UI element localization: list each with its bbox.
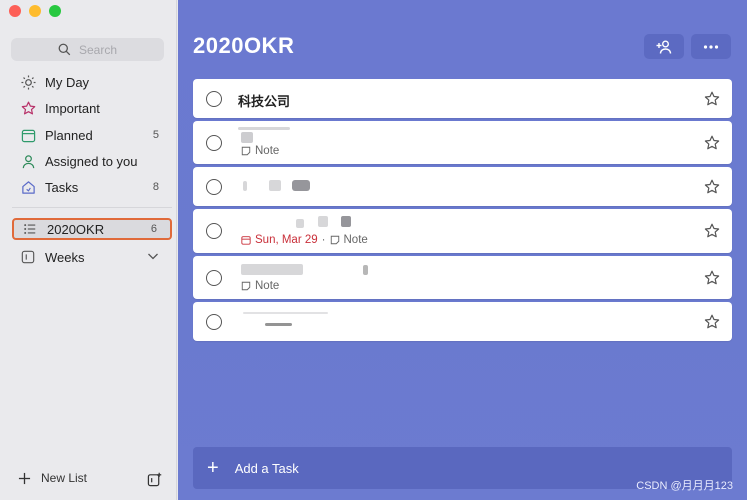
- sidebar-item-2020okr[interactable]: 2020OKR 6: [12, 218, 172, 240]
- complete-task-checkbox[interactable]: [206, 179, 222, 195]
- sidebar-item-label: Important: [45, 100, 100, 116]
- sidebar-item-weeks[interactable]: Weeks: [12, 245, 172, 269]
- search-input[interactable]: Search: [11, 38, 164, 61]
- item-count: 8: [152, 181, 159, 193]
- minimize-window-button[interactable]: [29, 5, 41, 17]
- task-meta: Sun, Mar 29 · Note: [241, 234, 368, 246]
- due-date: Sun, Mar 29: [255, 234, 318, 246]
- blurred-text: [238, 127, 290, 130]
- blurred-text: [265, 323, 292, 326]
- window-controls: [9, 5, 61, 17]
- star-icon[interactable]: [704, 135, 720, 151]
- blurred-text: [296, 219, 304, 228]
- sidebar-item-planned[interactable]: Planned 5: [12, 123, 172, 147]
- sidebar-divider: [12, 207, 172, 208]
- task-item[interactable]: [193, 167, 732, 206]
- more-options-button[interactable]: [691, 34, 731, 59]
- task-meta: Note: [241, 145, 279, 157]
- complete-task-checkbox[interactable]: [206, 135, 222, 151]
- sidebar-item-my-day[interactable]: My Day: [12, 70, 172, 94]
- close-window-button[interactable]: [9, 5, 21, 17]
- star-icon[interactable]: [704, 91, 720, 107]
- plus-icon: +: [207, 457, 219, 479]
- sidebar-item-label: Assigned to you: [45, 153, 138, 169]
- complete-task-checkbox[interactable]: [206, 270, 222, 286]
- note-icon: [241, 146, 251, 156]
- sidebar: Search My Day Important Planned 5 Assign…: [0, 0, 177, 500]
- main-panel: 2020OKR 科技公司 Note Sun, Mar 29 · Note Not…: [178, 0, 747, 500]
- new-list-label: New List: [41, 471, 88, 485]
- list-icon: [22, 221, 38, 237]
- more-icon: [703, 44, 719, 49]
- task-item[interactable]: Note: [193, 121, 732, 164]
- plus-icon: [18, 472, 31, 484]
- task-item[interactable]: Sun, Mar 29 · Note: [193, 209, 732, 253]
- search-placeholder: Search: [78, 42, 118, 57]
- watermark: CSDN @月月月123: [636, 480, 733, 492]
- sidebar-item-label: Planned: [45, 127, 93, 143]
- star-icon: [20, 100, 36, 116]
- home-icon: [20, 179, 36, 195]
- blurred-text: [363, 265, 368, 275]
- star-icon[interactable]: [704, 179, 720, 195]
- sidebar-item-label: Tasks: [45, 179, 79, 195]
- new-group-icon: [147, 472, 162, 487]
- maximize-window-button[interactable]: [49, 5, 61, 17]
- page-title: 2020OKR: [193, 33, 295, 58]
- calendar-icon: [241, 236, 251, 245]
- item-count: 5: [152, 129, 159, 141]
- blurred-text: [341, 216, 351, 227]
- note-icon: [330, 235, 339, 245]
- new-group-button[interactable]: [147, 472, 162, 490]
- person-icon: [20, 153, 36, 169]
- calendar-icon: [20, 127, 36, 143]
- note-icon: [241, 281, 251, 291]
- star-icon[interactable]: [704, 270, 720, 286]
- chevron-down-icon[interactable]: [147, 250, 159, 265]
- blurred-text: [241, 132, 253, 143]
- note-label: Note: [255, 145, 280, 157]
- complete-task-checkbox[interactable]: [206, 223, 222, 239]
- share-list-button[interactable]: [644, 34, 684, 59]
- sidebar-item-important[interactable]: Important: [12, 96, 172, 120]
- blurred-text: [241, 264, 303, 275]
- add-task-placeholder: Add a Task: [234, 460, 299, 476]
- star-icon[interactable]: [704, 223, 720, 239]
- task-meta: Note: [241, 280, 279, 292]
- note-label: Note: [255, 280, 280, 292]
- task-item[interactable]: 科技公司: [193, 79, 732, 118]
- blurred-text: [292, 180, 310, 191]
- blurred-text: [243, 312, 328, 314]
- separator: ·: [321, 234, 326, 246]
- blurred-text: [318, 216, 328, 227]
- search-icon: [58, 43, 71, 56]
- sidebar-item-label: Weeks: [45, 249, 85, 265]
- complete-task-checkbox[interactable]: [206, 91, 222, 107]
- sidebar-item-label: 2020OKR: [47, 221, 105, 237]
- group-icon: [20, 249, 36, 265]
- blurred-text: [269, 180, 281, 191]
- sidebar-item-tasks[interactable]: Tasks 8: [12, 175, 172, 199]
- task-item[interactable]: Note: [193, 256, 732, 299]
- blurred-text: [243, 181, 247, 191]
- item-count: 6: [150, 223, 157, 235]
- task-title: 科技公司: [238, 94, 291, 109]
- new-list-button[interactable]: New List: [18, 471, 87, 485]
- star-icon[interactable]: [704, 314, 720, 330]
- complete-task-checkbox[interactable]: [206, 314, 222, 330]
- sidebar-item-label: My Day: [45, 74, 90, 90]
- sidebar-item-assigned[interactable]: Assigned to you: [12, 149, 172, 173]
- task-item[interactable]: [193, 302, 732, 341]
- add-person-icon: [656, 40, 672, 54]
- sun-icon: [20, 74, 36, 90]
- note-label: Note: [343, 234, 368, 246]
